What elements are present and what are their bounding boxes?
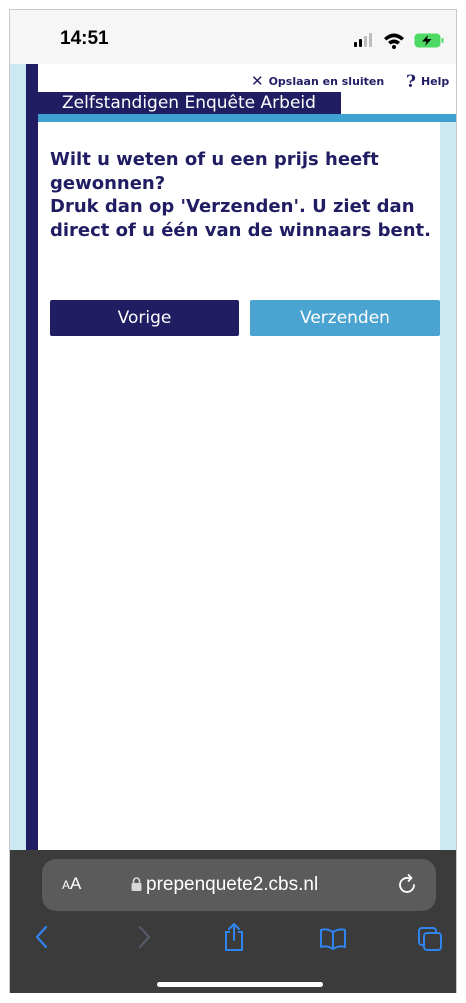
left-navy-bar bbox=[26, 64, 38, 850]
bookmarks-icon[interactable] bbox=[319, 928, 347, 950]
help-label: Help bbox=[420, 75, 450, 88]
question-line-2: Druk dan op 'Verzenden'. U ziet dan dire… bbox=[50, 196, 431, 241]
help-icon: ? bbox=[406, 72, 416, 92]
reload-icon[interactable] bbox=[398, 873, 418, 895]
browser-toolbar: AA prepenquete2.cbs.nl bbox=[10, 850, 456, 993]
frame-right-edge bbox=[456, 9, 457, 993]
address-bar[interactable]: AA prepenquete2.cbs.nl bbox=[42, 859, 436, 911]
submit-button[interactable]: Verzenden bbox=[250, 300, 440, 336]
home-indicator bbox=[157, 982, 323, 987]
status-time: 14:51 bbox=[60, 28, 109, 49]
tabs-icon[interactable] bbox=[417, 926, 443, 952]
signal-icon bbox=[354, 33, 372, 47]
left-light-rail bbox=[10, 64, 26, 850]
previous-button[interactable]: Vorige bbox=[50, 300, 239, 336]
help-link[interactable]: ? Help bbox=[406, 72, 449, 92]
lock-icon bbox=[131, 877, 142, 891]
status-bar: 14:51 bbox=[10, 10, 456, 64]
text-size-button[interactable]: AA bbox=[62, 874, 81, 894]
battery-charging-icon bbox=[414, 33, 444, 48]
share-icon[interactable] bbox=[222, 922, 246, 952]
title-stripe bbox=[38, 114, 456, 122]
question-line-1: Wilt u weten of u een prijs heeft gewonn… bbox=[50, 149, 379, 194]
close-icon: ✕ bbox=[251, 72, 264, 90]
survey-page: ✕ Opslaan en sluiten ? Help Zelfstandigen … bbox=[10, 64, 456, 850]
survey-title: Zelfstandigen Enquête Arbeid bbox=[38, 92, 341, 114]
save-and-close-label: Opslaan en sluiten bbox=[268, 75, 385, 88]
wifi-icon bbox=[384, 33, 404, 49]
url-text[interactable]: prepenquete2.cbs.nl bbox=[131, 874, 319, 896]
right-light-rail bbox=[440, 122, 456, 850]
top-links: ✕ Opslaan en sluiten ? Help bbox=[38, 70, 456, 92]
save-and-close-link[interactable]: ✕ Opslaan en sluiten bbox=[251, 72, 384, 90]
url-label: prepenquete2.cbs.nl bbox=[146, 874, 319, 895]
status-icons bbox=[354, 30, 450, 50]
forward-icon[interactable] bbox=[136, 925, 152, 949]
question-text: Wilt u weten of u een prijs heeft gewonn… bbox=[50, 148, 442, 242]
back-icon[interactable] bbox=[34, 925, 50, 949]
